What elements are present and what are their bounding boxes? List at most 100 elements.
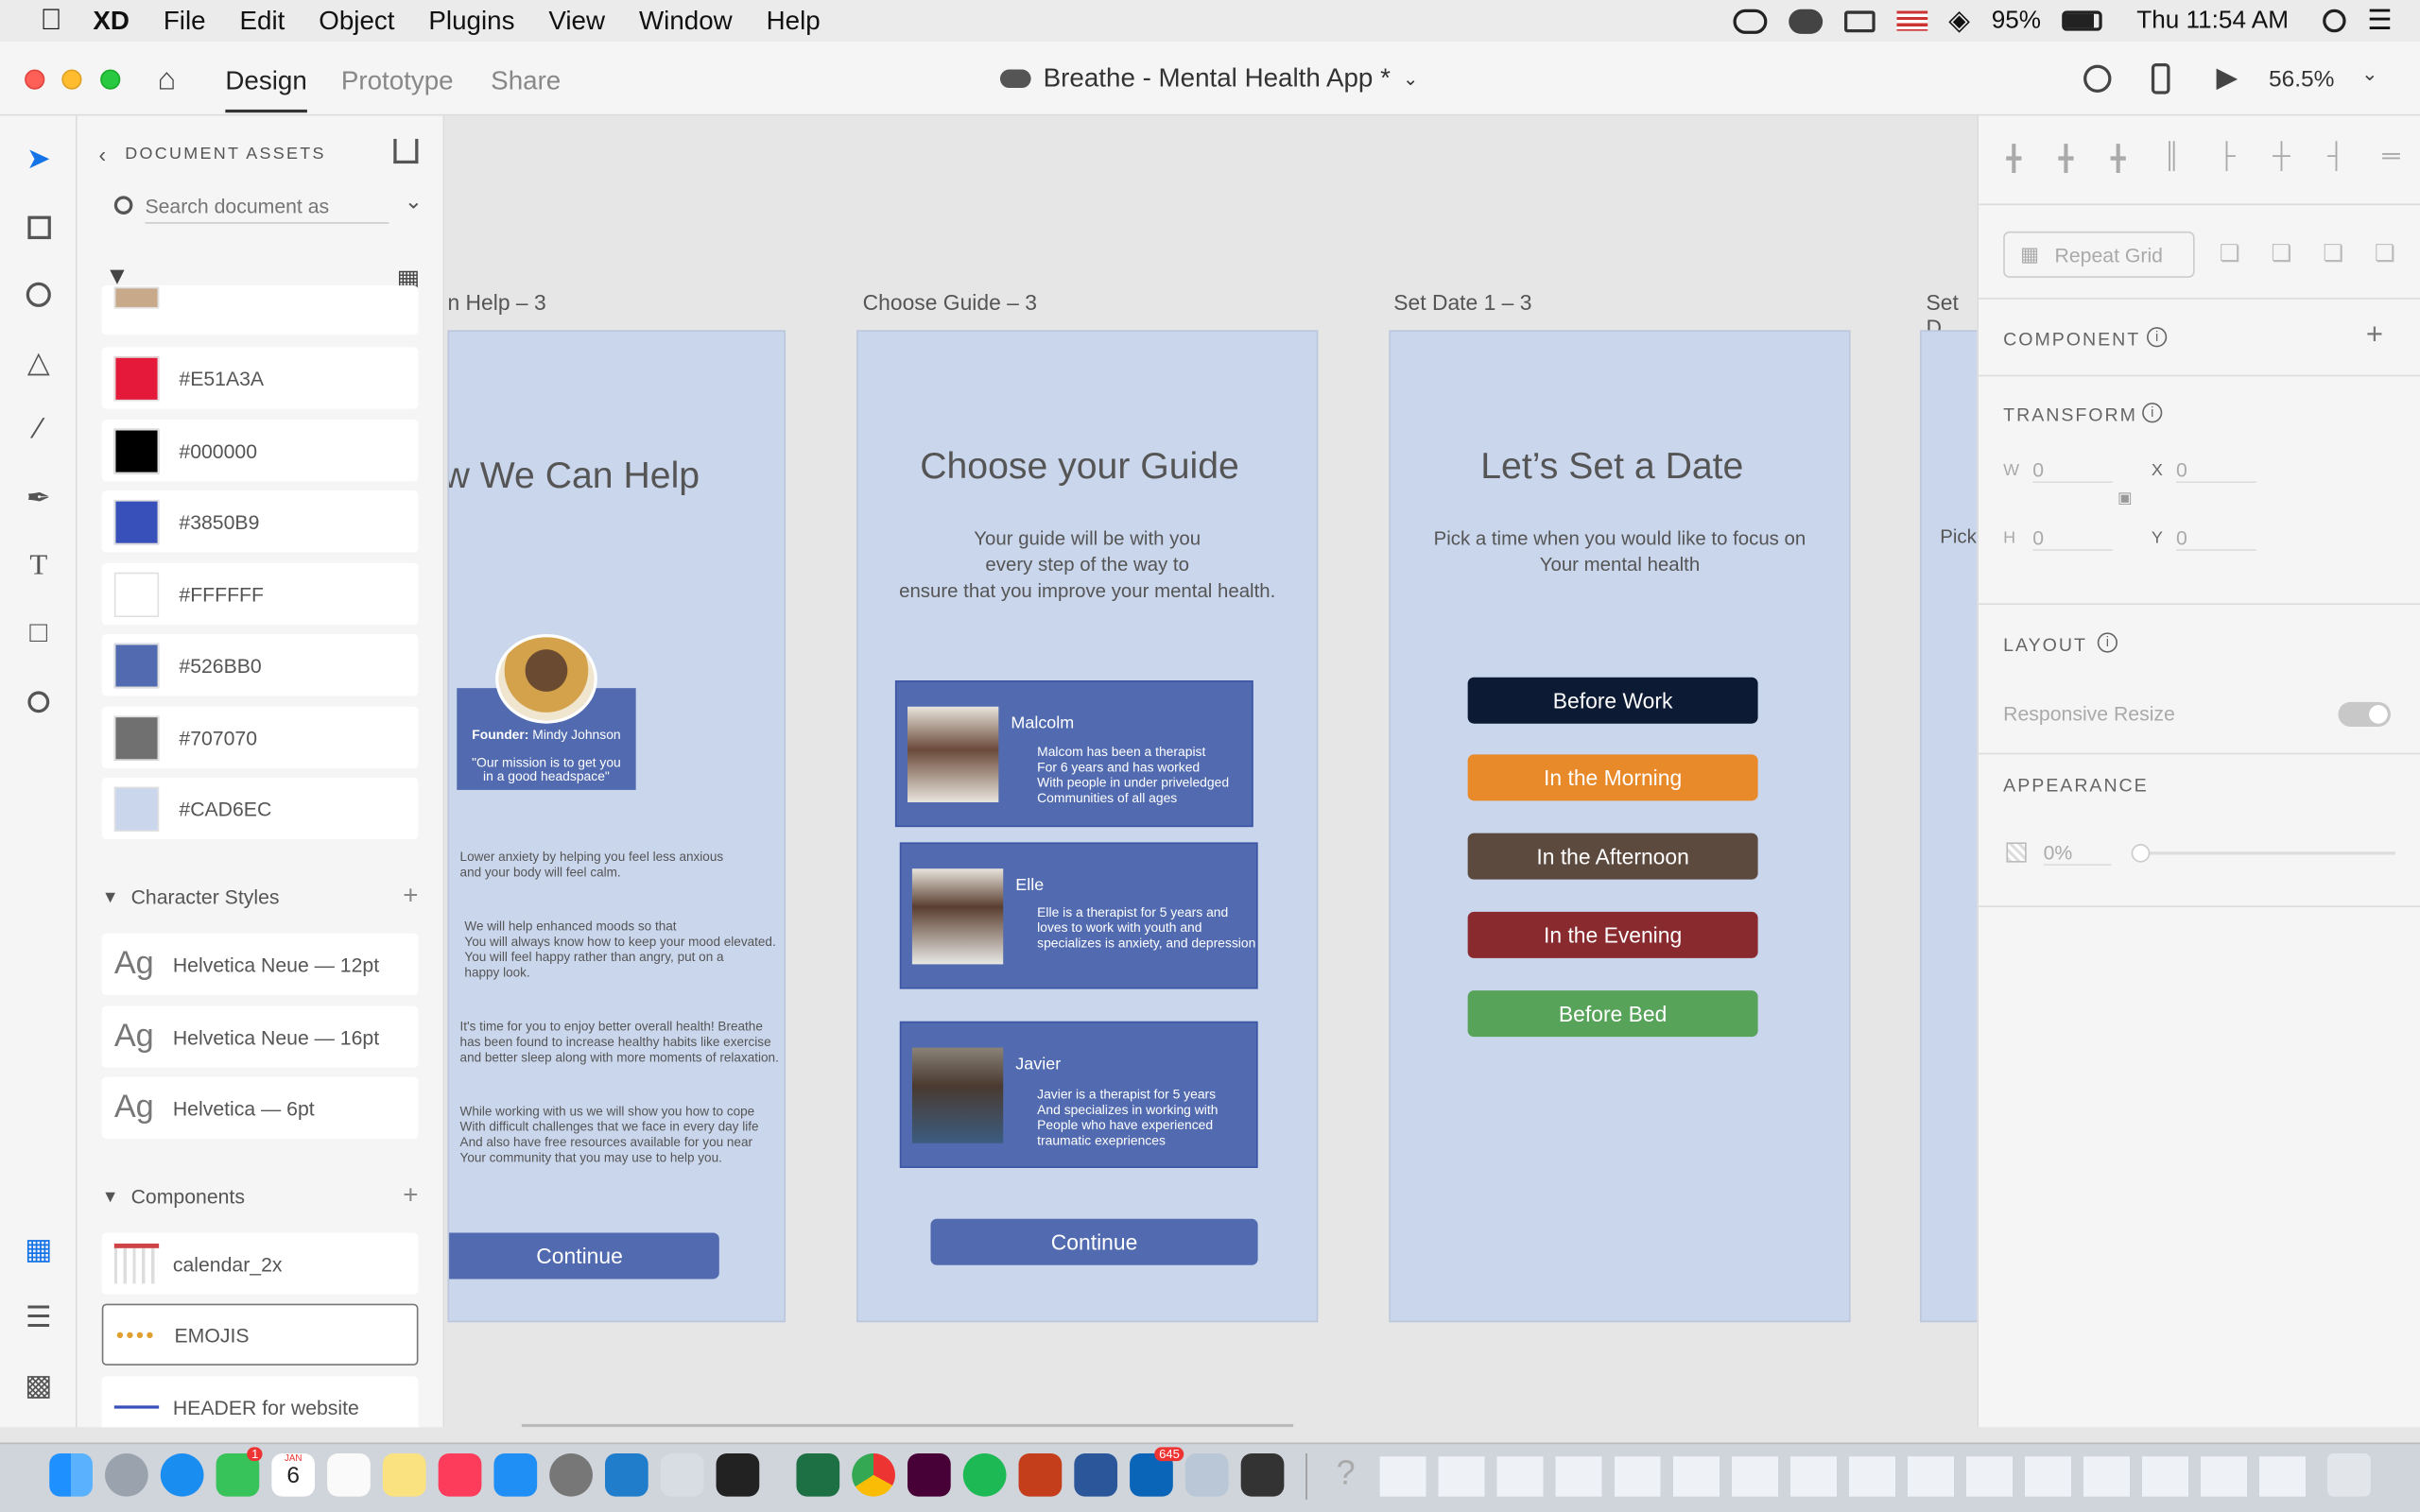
artboard-label[interactable]: Choose Guide – 3 <box>863 290 1037 315</box>
assets-panel-icon[interactable]: ▦ <box>22 1232 56 1266</box>
export-icon[interactable] <box>393 138 419 164</box>
align-bottom-icon[interactable]: ╋ <box>2111 144 2126 178</box>
width-field[interactable]: 0 <box>2032 458 2114 484</box>
control-center-icon[interactable]: ☰ <box>2367 5 2392 37</box>
menu-help[interactable]: Help <box>767 6 821 37</box>
boolean-subtract-icon[interactable]: ❏ <box>2271 239 2291 267</box>
y-field[interactable]: 0 <box>2176 526 2256 551</box>
align-center-icon[interactable]: ┼ <box>2273 144 2290 178</box>
artboard-how-we-can-help[interactable]: w We Can Help Founder: Mindy Johnson "Ou… <box>447 330 786 1323</box>
back-chevron-icon[interactable]: ‹ <box>98 142 106 166</box>
responsive-resize-toggle[interactable] <box>2338 701 2391 727</box>
component-row[interactable]: ●●●● EMOJIS <box>101 1303 419 1366</box>
tab-design[interactable]: Design <box>225 66 307 113</box>
illustrator-app-icon[interactable] <box>1240 1452 1285 1497</box>
add-component-plus-icon[interactable]: + <box>2366 319 2383 353</box>
preview-icon[interactable] <box>1184 1452 1229 1497</box>
x-field[interactable]: 0 <box>2176 458 2256 484</box>
wifi-icon[interactable]: ◈ <box>1948 5 1970 37</box>
printer-icon[interactable] <box>660 1452 704 1497</box>
color-swatch-row[interactable]: #3850B9 <box>101 490 419 553</box>
select-tool-icon[interactable]: ➤ <box>22 142 56 176</box>
layout-info-icon[interactable]: i <box>2097 632 2118 653</box>
color-swatch-row[interactable]: #FFFFFF <box>101 562 419 626</box>
powerpoint-icon[interactable] <box>1018 1452 1063 1497</box>
component-row[interactable]: calendar_2x <box>101 1232 419 1295</box>
spotlight-search-icon[interactable] <box>2322 9 2346 33</box>
text-tool-icon[interactable]: T <box>22 549 56 583</box>
component-row[interactable]: HEADER for website <box>101 1376 419 1428</box>
menu-app-name[interactable]: XD <box>93 6 130 37</box>
cloud-sync-icon[interactable] <box>1788 8 1823 34</box>
document-title[interactable]: Breathe - Mental Health App * ⌄ <box>999 63 1418 94</box>
character-style-row[interactable]: Ag Helvetica — 6pt <box>101 1076 419 1139</box>
apple-icon[interactable]:  <box>40 4 61 38</box>
color-swatch-row[interactable]: #E51A3A <box>101 347 419 409</box>
menu-edit[interactable]: Edit <box>240 6 285 37</box>
device-preview-icon[interactable] <box>2151 62 2170 94</box>
repeat-grid-button[interactable]: ▦ Repeat Grid <box>2003 231 2195 278</box>
option-evening-button[interactable]: In the Evening <box>1467 911 1758 958</box>
share-user-icon[interactable] <box>2083 64 2112 93</box>
airplay-icon[interactable] <box>1843 9 1875 32</box>
ellipse-tool-icon[interactable] <box>22 278 56 312</box>
zoom-chevron-icon[interactable]: ⌄ <box>2361 61 2378 86</box>
components-header[interactable]: ▼ Components <box>102 1185 245 1208</box>
vscode-icon[interactable] <box>604 1452 648 1497</box>
tab-prototype[interactable]: Prototype <box>341 66 454 97</box>
battery-percent[interactable]: 95% <box>1992 7 2041 34</box>
excel-icon[interactable] <box>796 1452 840 1497</box>
character-styles-header[interactable]: ▼ Character Styles <box>102 885 280 908</box>
color-swatch-row[interactable] <box>101 285 419 335</box>
launchpad-icon[interactable] <box>105 1452 148 1497</box>
polygon-tool-icon[interactable]: △ <box>22 346 56 380</box>
distribute-vertical-icon[interactable]: ║ <box>2163 144 2181 178</box>
help-icon[interactable]: ? <box>1324 1453 1368 1497</box>
battery-icon[interactable] <box>2062 10 2103 31</box>
align-middle-icon[interactable]: ╋ <box>2059 144 2074 178</box>
tab-share[interactable]: Share <box>491 66 561 97</box>
chrome-icon[interactable] <box>852 1452 895 1497</box>
add-component-button[interactable]: + <box>403 1180 418 1211</box>
finder-icon[interactable] <box>49 1452 93 1497</box>
option-morning-button[interactable]: In the Morning <box>1467 754 1758 801</box>
artboard-set-date[interactable]: Let’s Set a Date Pick a time when you wo… <box>1389 330 1851 1323</box>
rectangle-tool-icon[interactable] <box>22 210 56 244</box>
app-store-icon[interactable] <box>493 1452 538 1497</box>
pen-tool-icon[interactable]: ✒ <box>22 481 56 515</box>
menu-plugins[interactable]: Plugins <box>428 6 514 37</box>
option-before-work-button[interactable]: Before Work <box>1467 677 1758 724</box>
artboard-label[interactable]: n Help – 3 <box>447 290 545 315</box>
align-right-icon[interactable]: ┤ <box>2327 144 2345 178</box>
system-preferences-icon[interactable] <box>549 1452 593 1497</box>
design-canvas[interactable]: n Help – 3 Choose Guide – 3 Set Date 1 –… <box>444 115 1978 1428</box>
lock-aspect-icon[interactable]: ▣ <box>2118 490 2132 507</box>
character-style-row[interactable]: Ag Helvetica Neue — 12pt <box>101 933 419 996</box>
search-input[interactable] <box>145 189 389 224</box>
adobe-xd-icon[interactable] <box>907 1452 951 1497</box>
option-afternoon-button[interactable]: In the Afternoon <box>1467 833 1758 880</box>
close-window-button[interactable] <box>25 69 45 90</box>
artboard-set-date-2[interactable]: Pick <box>1920 330 1978 1323</box>
color-swatch-row[interactable]: #000000 <box>101 420 419 482</box>
clock[interactable]: Thu 11:54 AM <box>2136 7 2289 34</box>
color-swatch-row[interactable]: #526BB0 <box>101 634 419 696</box>
zoom-tool-icon[interactable] <box>22 685 56 719</box>
figma-icon[interactable] <box>716 1452 760 1497</box>
menu-object[interactable]: Object <box>319 6 394 37</box>
reminders-icon[interactable] <box>327 1452 371 1497</box>
guide-card-javier[interactable]: Javier Javier is a therapist for 5 years… <box>899 1021 1258 1168</box>
continue-button[interactable]: Continue <box>449 1232 719 1280</box>
transform-info-icon[interactable]: i <box>2142 403 2163 423</box>
safari-icon[interactable] <box>160 1452 204 1497</box>
guide-card-malcolm[interactable]: Malcolm Malcom has been a therapist For … <box>894 679 1253 828</box>
line-tool-icon[interactable]: ∕ <box>22 414 56 448</box>
calendar-icon[interactable]: JAN 6 <box>271 1452 316 1497</box>
word-icon[interactable] <box>1074 1452 1118 1497</box>
boolean-exclude-icon[interactable]: ❏ <box>2375 239 2395 267</box>
boolean-intersect-icon[interactable]: ❏ <box>2323 239 2343 267</box>
continue-button[interactable]: Continue <box>930 1218 1258 1265</box>
height-field[interactable]: 0 <box>2032 526 2114 551</box>
artboard-label[interactable]: Set Date 1 – 3 <box>1393 290 1531 315</box>
play-preview-icon[interactable]: ▶ <box>2216 61 2238 94</box>
